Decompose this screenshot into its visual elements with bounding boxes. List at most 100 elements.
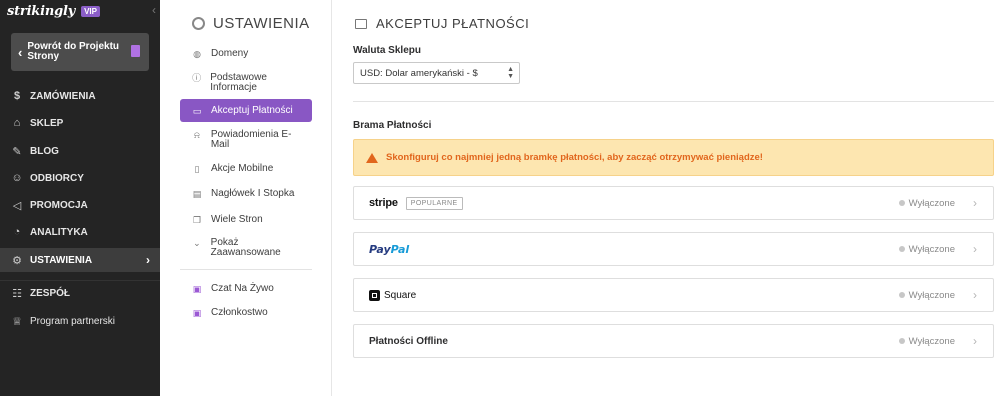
- paypal-logo: PayPal: [369, 243, 409, 256]
- sidebar-item-promotion[interactable]: ◁ PROMOCJA: [0, 193, 160, 217]
- collapse-sidebar-icon[interactable]: ‹: [152, 3, 156, 17]
- chevron-right-icon: ›: [973, 288, 977, 302]
- paypal-logo-pay: Pay: [369, 242, 391, 256]
- sidebar-item-audience[interactable]: ☺ ODBIORCY: [0, 166, 160, 190]
- sidebar-item-label: ODBIORCY: [30, 172, 84, 184]
- sidebar-item-settings[interactable]: ⚙ USTAWIENIA ›: [0, 248, 160, 272]
- gateway-paypal[interactable]: PayPal Wyłączone ›: [353, 232, 994, 266]
- sidebar-item-label: USTAWIENIA: [30, 254, 93, 266]
- square-logo-text: Square: [384, 289, 417, 301]
- sidebar-item-team[interactable]: ☷ ZESPÓŁ: [0, 281, 160, 305]
- settings-item-label: Akceptuj Płatności: [211, 104, 293, 116]
- gateway-stripe[interactable]: stripe POPULARNE Wyłączone ›: [353, 186, 994, 220]
- gear-icon: ⚙: [12, 254, 22, 267]
- gateway-status-text: Wyłączone: [908, 335, 955, 347]
- payment-gateway-label: Brama Płatności: [353, 120, 432, 131]
- currency-select-value: USD: Dolar amerykański - $: [360, 67, 478, 79]
- sidebar-item-orders[interactable]: $ ZAMÓWIENIA: [0, 84, 160, 108]
- chevron-left-icon: ‹: [18, 44, 23, 60]
- chevron-down-icon: ⌄: [193, 238, 201, 248]
- sidebar-item-label: Program partnerski: [30, 315, 116, 327]
- settings-item-email-notifications[interactable]: ⍾ Powiadomienia E-Mail: [180, 124, 312, 156]
- settings-title-text: USTAWIENIA: [213, 15, 310, 32]
- currency-label: Waluta Sklepu: [353, 45, 421, 56]
- settings-item-label: Akcje Mobilne: [211, 163, 274, 174]
- settings-divider: [180, 269, 312, 270]
- settings-item-label: Czat Na Żywo: [211, 283, 274, 294]
- gateway-offline[interactable]: Płatności Offline Wyłączone ›: [353, 324, 994, 358]
- app-sidebar: strikingly VIP ‹ ‹ Powrót do Projektu St…: [0, 0, 160, 396]
- gateway-square[interactable]: Square Wyłączone ›: [353, 278, 994, 312]
- chevron-right-icon: ›: [973, 196, 977, 210]
- dollar-circle-icon: $: [13, 90, 21, 102]
- status-dot-icon: [898, 246, 905, 252]
- offline-payments-label: Płatności Offline: [369, 335, 448, 347]
- sidebar-item-blog[interactable]: ✎ BLOG: [0, 139, 160, 163]
- sidebar-item-label: SKLEP: [30, 117, 64, 129]
- status-dot-icon: [898, 200, 905, 206]
- member-icon: ▣: [192, 308, 202, 318]
- settings-nav: USTAWIENIA ◍ Domeny ⓘ Podstawowe Informa…: [160, 0, 332, 396]
- sidebar-item-label: ANALITYKA: [30, 226, 88, 238]
- sidebar-item-label: PROMOCJA: [30, 199, 88, 211]
- gear-icon: [192, 17, 205, 30]
- settings-item-mobile-actions[interactable]: ▯ Akcje Mobilne: [180, 158, 312, 180]
- settings-item-domains[interactable]: ◍ Domeny: [180, 43, 312, 65]
- settings-item-label: Podstawowe Informacje: [210, 72, 267, 93]
- chevron-right-icon: ›: [973, 334, 977, 348]
- sidebar-item-label: ZAMÓWIENIA: [30, 90, 96, 102]
- settings-item-label: Wiele Stron: [211, 214, 263, 225]
- settings-item-label: Powiadomienia E-Mail: [210, 129, 292, 150]
- section-divider: [353, 101, 994, 102]
- sidebar-item-partner-program[interactable]: ♕ Program partnerski: [0, 309, 160, 333]
- paypal-logo-pal: Pal: [390, 242, 410, 256]
- store-icon: ⌂: [13, 117, 21, 129]
- team-icon: ☷: [12, 287, 22, 300]
- settings-item-multiple-pages[interactable]: ❐ Wiele Stron: [180, 209, 312, 231]
- warning-icon: [366, 152, 378, 163]
- settings-item-basic-info[interactable]: ⓘ Podstawowe Informacje: [180, 67, 312, 99]
- settings-item-label: Nagłówek I Stopka: [211, 188, 295, 199]
- warning-alert: Skonfiguruj co najmniej jedną bramkę pła…: [353, 139, 994, 176]
- card-icon: [355, 18, 367, 29]
- chart-icon: ◔: [13, 226, 21, 238]
- select-arrows-icon: ▲ ▼: [507, 66, 514, 80]
- sidebar-item-store[interactable]: ⌂ SKLEP: [0, 111, 160, 135]
- mobile-icon: ▯: [194, 164, 200, 174]
- gateway-status-text: Wyłączone: [908, 289, 955, 301]
- brand-logo[interactable]: strikingly: [7, 4, 75, 19]
- settings-item-live-chat[interactable]: ▣ Czat Na Żywo: [180, 278, 312, 300]
- settings-item-show-advanced[interactable]: ⌄ Pokaż Zaawansowane: [180, 232, 312, 264]
- gateway-status: Wyłączone: [898, 335, 955, 347]
- gateway-status: Wyłączone: [898, 289, 955, 301]
- back-to-project-label: Powrót do Projektu Strony: [27, 41, 120, 62]
- square-logo: Square: [369, 289, 417, 301]
- settings-item-header-footer[interactable]: ▤ Nagłówek I Stopka: [180, 183, 312, 205]
- gateway-status-text: Wyłączone: [908, 243, 955, 255]
- square-icon: [369, 289, 380, 301]
- layout-icon: ▤: [192, 189, 202, 199]
- globe-icon: ◍: [193, 49, 201, 59]
- stripe-logo: stripe: [369, 197, 398, 209]
- megaphone-icon: ◁: [12, 199, 22, 212]
- back-to-project-button[interactable]: ‹ Powrót do Projektu Strony: [11, 33, 149, 71]
- popular-badge: POPULARNE: [405, 196, 463, 210]
- settings-item-label: Członkostwo: [211, 307, 268, 318]
- status-dot-icon: [898, 338, 905, 344]
- chevron-right-icon: ›: [973, 242, 977, 256]
- card-icon: ▭: [192, 105, 202, 116]
- settings-item-label: Domeny: [211, 48, 249, 59]
- gateway-status-text: Wyłączone: [908, 197, 955, 209]
- chat-icon: ▣: [192, 284, 202, 294]
- sidebar-item-analytics[interactable]: ◔ ANALITYKA: [0, 220, 160, 244]
- currency-select[interactable]: USD: Dolar amerykański - $ ▲ ▼: [353, 62, 520, 84]
- settings-title: USTAWIENIA: [192, 15, 310, 32]
- warning-alert-text: Skonfiguruj co najmniej jedną bramkę pła…: [386, 152, 763, 163]
- pages-icon: ❐: [192, 215, 202, 225]
- gateway-status: Wyłączone: [898, 243, 955, 255]
- settings-item-accept-payments[interactable]: ▭ Akceptuj Płatności: [180, 99, 312, 122]
- status-dot-icon: [898, 292, 905, 298]
- page-title-text: AKCEPTUJ PŁATNOŚCI: [376, 16, 530, 31]
- trophy-icon: ♕: [12, 315, 22, 328]
- settings-item-membership[interactable]: ▣ Członkostwo: [180, 302, 312, 324]
